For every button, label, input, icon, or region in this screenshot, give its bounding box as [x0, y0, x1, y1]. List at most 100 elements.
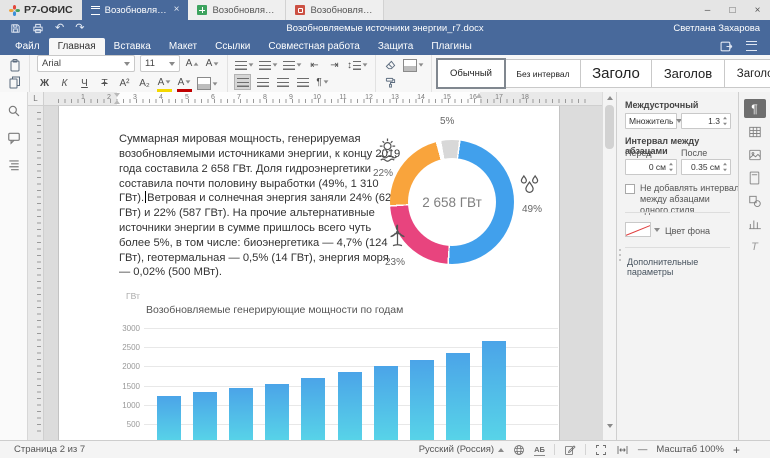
comments-button[interactable]	[7, 131, 21, 145]
bar-chart-title: Возобновляемые генерирующие мощности по …	[146, 304, 403, 316]
spin-down-icon[interactable]	[723, 122, 727, 125]
justify-button[interactable]	[295, 75, 310, 89]
align-center-button[interactable]	[255, 75, 270, 89]
document-scrollbar[interactable]	[602, 92, 616, 440]
copy-button[interactable]	[7, 75, 22, 89]
ribbon-tab[interactable]: Вставка	[105, 38, 160, 55]
strikeout-button[interactable]: Ŧ	[97, 77, 112, 91]
highlight-color-button[interactable]: А	[157, 75, 172, 92]
multilevel-list-button[interactable]	[283, 58, 302, 72]
scroll-up-arrow[interactable]	[603, 92, 616, 104]
spin-down-icon[interactable]	[723, 168, 727, 171]
style-heading3[interactable]: Заголовс	[724, 59, 770, 88]
ribbon-tab[interactable]: Ссылки	[206, 38, 259, 55]
image-settings-button[interactable]	[744, 145, 766, 164]
open-file-location-icon[interactable]	[720, 41, 733, 52]
copy-style-button[interactable]	[383, 75, 398, 89]
zoom-out-button[interactable]: —	[638, 444, 648, 455]
paste-button[interactable]	[7, 58, 22, 72]
header-footer-settings-button[interactable]	[744, 168, 766, 187]
indent-marker[interactable]	[114, 93, 121, 104]
panel-resize-grip[interactable]	[618, 238, 622, 272]
ribbon-tab[interactable]: Защита	[369, 38, 422, 55]
spin-up-icon[interactable]	[723, 117, 727, 120]
ribbon-tab[interactable]: Макет	[160, 38, 206, 55]
fit-width-button[interactable]	[616, 444, 629, 456]
increase-indent-button[interactable]: ⇥	[327, 58, 342, 72]
tab-close-icon[interactable]: ×	[174, 5, 180, 15]
shape-settings-button[interactable]	[744, 191, 766, 210]
chevron-down-icon[interactable]	[654, 228, 660, 232]
align-right-button[interactable]	[275, 75, 290, 89]
spin-up-icon[interactable]	[669, 163, 673, 166]
underline-button[interactable]: Ч	[77, 77, 92, 91]
line-spacing-value-spinner[interactable]: 1.3	[681, 113, 731, 129]
maximize-button[interactable]: □	[720, 1, 745, 20]
donut-chart[interactable]: 2 658 ГВт 5% 49% 23% 22%	[362, 114, 567, 296]
scrollbar-thumb[interactable]	[605, 105, 614, 149]
nonprinting-chars-button[interactable]: ¶	[315, 75, 330, 89]
paragraph-shading-button[interactable]	[403, 58, 424, 72]
table-settings-button[interactable]	[744, 122, 766, 141]
advanced-settings-link[interactable]: Дополнительные параметры	[627, 257, 738, 277]
bold-button[interactable]: Ж	[37, 77, 52, 91]
paragraph[interactable]: Суммарная мировая мощность, генерируемая…	[119, 132, 401, 280]
search-button[interactable]	[7, 104, 21, 118]
font-name-select[interactable]: Arial	[37, 55, 135, 72]
print-icon[interactable]	[32, 23, 44, 34]
right-indent-marker[interactable]	[476, 93, 482, 98]
same-style-checkbox[interactable]	[625, 184, 635, 194]
decrease-font-button[interactable]: А	[205, 57, 220, 71]
style-heading1[interactable]: Заголо	[580, 59, 652, 88]
redo-icon[interactable]: ↷	[75, 23, 84, 34]
superscript-button[interactable]: А²	[117, 77, 132, 91]
text-art-settings-button[interactable]: Т	[744, 237, 766, 256]
bullet-list-button[interactable]	[235, 58, 254, 72]
tab-presentation[interactable]: Возобновляем...	[286, 0, 384, 20]
set-language-button[interactable]	[513, 444, 525, 456]
undo-icon[interactable]: ↶	[55, 23, 64, 34]
spin-down-icon[interactable]	[669, 168, 673, 171]
line-spacing-mode-select[interactable]: Множитель	[625, 113, 677, 129]
ribbon-tab[interactable]: Главная	[49, 38, 105, 55]
font-size-select[interactable]: 11	[140, 55, 180, 72]
style-no-spacing[interactable]: Без интервал	[505, 59, 581, 88]
view-settings-icon[interactable]	[746, 41, 757, 51]
style-normal[interactable]: Обычный	[436, 58, 506, 89]
tab-stop-selector[interactable]: L	[28, 92, 44, 106]
scroll-down-arrow[interactable]	[603, 420, 616, 432]
minimize-button[interactable]: –	[695, 1, 720, 20]
increase-font-button[interactable]: А	[185, 57, 200, 71]
chart-settings-button[interactable]	[744, 214, 766, 233]
numbered-list-button[interactable]	[259, 58, 278, 72]
bar-chart[interactable]: ГВт Возобновляемые генерирующие мощности…	[114, 291, 579, 440]
tab-spreadsheet[interactable]: Возобновляем...	[188, 0, 286, 20]
document-page[interactable]: Суммарная мировая мощность, генерируемая…	[58, 106, 560, 440]
tab-document[interactable]: Возобновляем... ×	[82, 0, 189, 20]
spellcheck-button[interactable]: АБ	[534, 445, 545, 454]
navigation-button[interactable]	[7, 158, 21, 172]
font-color-button[interactable]: А	[177, 75, 192, 92]
subscript-button[interactable]: А₂	[137, 77, 152, 91]
decrease-indent-button[interactable]: ⇤	[307, 58, 322, 72]
save-icon[interactable]	[10, 23, 21, 34]
italic-button[interactable]: К	[57, 77, 72, 91]
spacing-before-spinner[interactable]: 0 см	[625, 159, 677, 175]
align-left-button[interactable]	[235, 75, 250, 89]
zoom-in-button[interactable]: +	[733, 443, 740, 457]
language-select[interactable]: Русский (Россия)	[419, 444, 504, 455]
track-changes-button[interactable]	[564, 444, 576, 456]
ribbon-tab[interactable]: Плагины	[422, 38, 481, 55]
background-color-swatch[interactable]	[625, 222, 651, 237]
text-shading-button[interactable]	[197, 77, 218, 91]
line-spacing-button[interactable]: ↕	[347, 58, 368, 72]
close-button[interactable]: ×	[745, 1, 770, 20]
ribbon-tab[interactable]: Файл	[6, 38, 49, 55]
ribbon-tab[interactable]: Совместная работа	[259, 38, 369, 55]
style-heading2[interactable]: Заголов	[651, 59, 725, 88]
spin-up-icon[interactable]	[723, 163, 727, 166]
paragraph-settings-button[interactable]: ¶	[744, 99, 766, 118]
fit-page-button[interactable]	[595, 444, 607, 456]
spacing-after-spinner[interactable]: 0.35 см	[681, 159, 731, 175]
clear-style-button[interactable]	[383, 58, 398, 72]
